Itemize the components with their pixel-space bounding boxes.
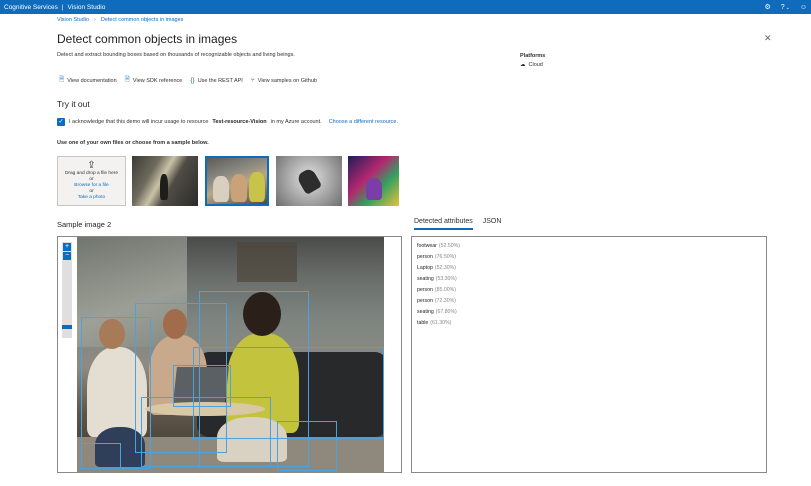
app-name[interactable]: Vision Studio <box>68 4 106 11</box>
attribute-confidence: (72.30%) <box>434 298 456 304</box>
list-item[interactable]: person (72.30%) <box>417 296 761 307</box>
list-item[interactable]: seating (67.80%) <box>417 307 761 318</box>
list-item[interactable]: seating (53.30%) <box>417 274 761 285</box>
attribute-confidence: (52.50%) <box>438 243 460 249</box>
branch-icon: ⑂ <box>250 77 255 84</box>
product-name[interactable]: Cognitive Services <box>4 4 58 11</box>
cloud-upload-icon: ⇪ <box>87 160 96 171</box>
bounding-box-seating-2 <box>277 421 337 471</box>
try-it-out-heading: Try it out <box>57 99 90 109</box>
platforms-label: Platforms <box>520 53 546 59</box>
zoom-slider[interactable]: + − <box>62 242 72 338</box>
result-tabs: Detected attributes JSON <box>414 218 501 230</box>
code-braces-icon: {} <box>190 77 195 84</box>
chevron-down-icon: ⌄ <box>785 4 790 11</box>
sample-image-title: Sample image 2 <box>57 220 112 229</box>
image-viewer: + − <box>57 236 402 473</box>
breadcrumb-current[interactable]: Detect common objects in images <box>101 17 184 23</box>
attribute-confidence: (61.30%) <box>430 320 452 326</box>
take-photo-link[interactable]: Take a photo <box>78 195 105 201</box>
attribute-confidence: (76.50%) <box>434 254 456 260</box>
list-item[interactable]: person (85.00%) <box>417 285 761 296</box>
link-label: View SDK reference <box>132 77 183 84</box>
attribute-confidence: (52.30%) <box>434 265 456 271</box>
list-item[interactable]: footwear (52.50%) <box>417 241 761 252</box>
list-item[interactable]: person (76.50%) <box>417 252 761 263</box>
sample-thumbnail-4[interactable] <box>348 156 399 206</box>
cloud-icon: ☁ <box>520 62 526 68</box>
ack-suffix: in my Azure account. <box>270 119 322 125</box>
resource-name: Test-resource-Vision <box>212 119 267 125</box>
chevron-right-icon: › <box>94 17 96 23</box>
zoom-handle[interactable] <box>62 325 72 329</box>
close-icon[interactable]: ✕ <box>764 33 772 44</box>
detected-attributes-panel: footwear (52.50%) person (76.50%) Laptop (5… <box>411 236 767 473</box>
upload-dropzone[interactable]: ⇪ Drag and drop a file here or Browse fo… <box>57 156 126 206</box>
sample-photo <box>77 237 384 473</box>
top-bar: Cognitive Services | Vision Studio ⚙ ?⌄ … <box>0 0 811 14</box>
page-title: Detect common objects in images <box>57 32 238 46</box>
attribute-label: table <box>417 320 429 326</box>
attribute-label: seating <box>417 309 434 315</box>
zoom-out-button[interactable]: − <box>63 252 71 260</box>
sample-instructions: Use one of your own files or choose from… <box>57 140 209 146</box>
attribute-label: person <box>417 287 433 293</box>
attribute-confidence: (85.00%) <box>434 287 456 293</box>
list-item[interactable]: Laptop (52.30%) <box>417 263 761 274</box>
bounding-box-table <box>141 397 271 467</box>
bounding-box-footwear <box>81 443 121 469</box>
link-sdk-reference[interactable]: 🗎 View SDK reference <box>125 75 183 86</box>
document-icon: 🗎 <box>124 76 130 83</box>
resource-links: 🗎 View documentation 🗎 View SDK referenc… <box>59 75 317 86</box>
sample-thumbnail-3[interactable] <box>276 156 342 206</box>
list-item[interactable]: table (61.30%) <box>417 318 761 329</box>
link-rest-api[interactable]: {} Use the REST API <box>190 75 243 86</box>
platform-value: ☁ Cloud <box>520 62 545 68</box>
attribute-label: seating <box>417 276 434 282</box>
link-label: View samples on Github <box>257 77 317 84</box>
link-label: Use the REST API <box>197 77 243 84</box>
title-separator: | <box>61 3 64 11</box>
ack-prefix: I acknowledge that this demo will incur … <box>69 119 209 125</box>
attribute-label: Laptop <box>417 265 433 271</box>
platform-name: Cloud <box>528 62 543 68</box>
breadcrumb-root[interactable]: Vision Studio <box>57 17 89 23</box>
tab-json[interactable]: JSON <box>483 218 502 230</box>
link-github-samples[interactable]: ⑂ View samples on Github <box>251 75 317 86</box>
smiley-icon[interactable]: ☺ <box>800 4 807 11</box>
attribute-label: footwear <box>417 243 437 249</box>
attribute-confidence: (53.30%) <box>435 276 457 282</box>
acknowledge-row: ✓ I acknowledge that this demo will incu… <box>57 118 398 126</box>
question-icon[interactable]: ?⌄ <box>781 4 790 11</box>
sample-thumbnail-1[interactable] <box>132 156 198 206</box>
top-bar-icons: ⚙ ?⌄ ☺ <box>764 0 807 14</box>
breadcrumb: Vision Studio › Detect common objects in… <box>57 17 183 23</box>
photo-shelf <box>237 242 297 282</box>
link-documentation[interactable]: 🗎 View documentation <box>59 75 117 86</box>
platforms-section: Platforms ☁ Cloud <box>520 53 545 68</box>
zoom-in-button[interactable]: + <box>63 243 71 251</box>
link-label: View documentation <box>67 77 117 84</box>
choose-resource-link[interactable]: Choose a different resource. <box>329 119 398 125</box>
attribute-label: person <box>417 298 433 304</box>
document-icon: 🗎 <box>59 76 65 83</box>
sample-thumbnail-2[interactable] <box>205 156 269 206</box>
gear-icon[interactable]: ⚙ <box>764 3 770 11</box>
attribute-label: person <box>417 254 433 260</box>
acknowledge-checkbox[interactable]: ✓ <box>57 118 65 126</box>
tab-detected-attributes[interactable]: Detected attributes <box>414 218 473 230</box>
attribute-confidence: (67.80%) <box>435 309 457 315</box>
page-description: Detect and extract bounding boxes based … <box>57 52 295 58</box>
